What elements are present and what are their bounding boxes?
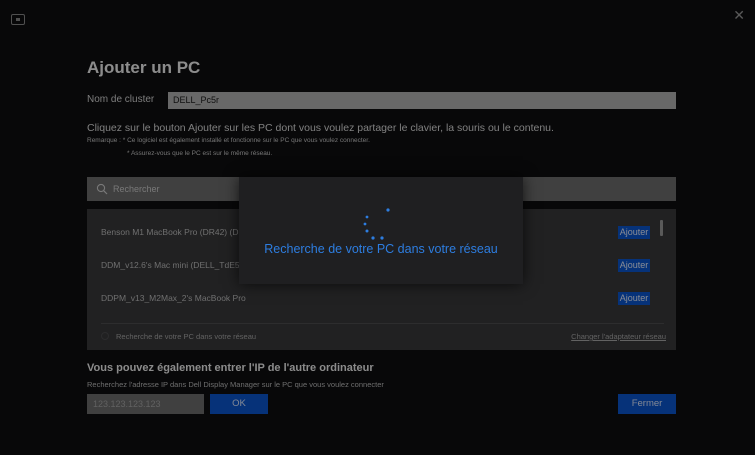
loading-spinner-icon <box>363 208 390 240</box>
loading-text: Recherche de votre PC dans votre réseau <box>264 242 498 256</box>
loading-dialog: Recherche de votre PC dans votre réseau <box>239 177 523 284</box>
